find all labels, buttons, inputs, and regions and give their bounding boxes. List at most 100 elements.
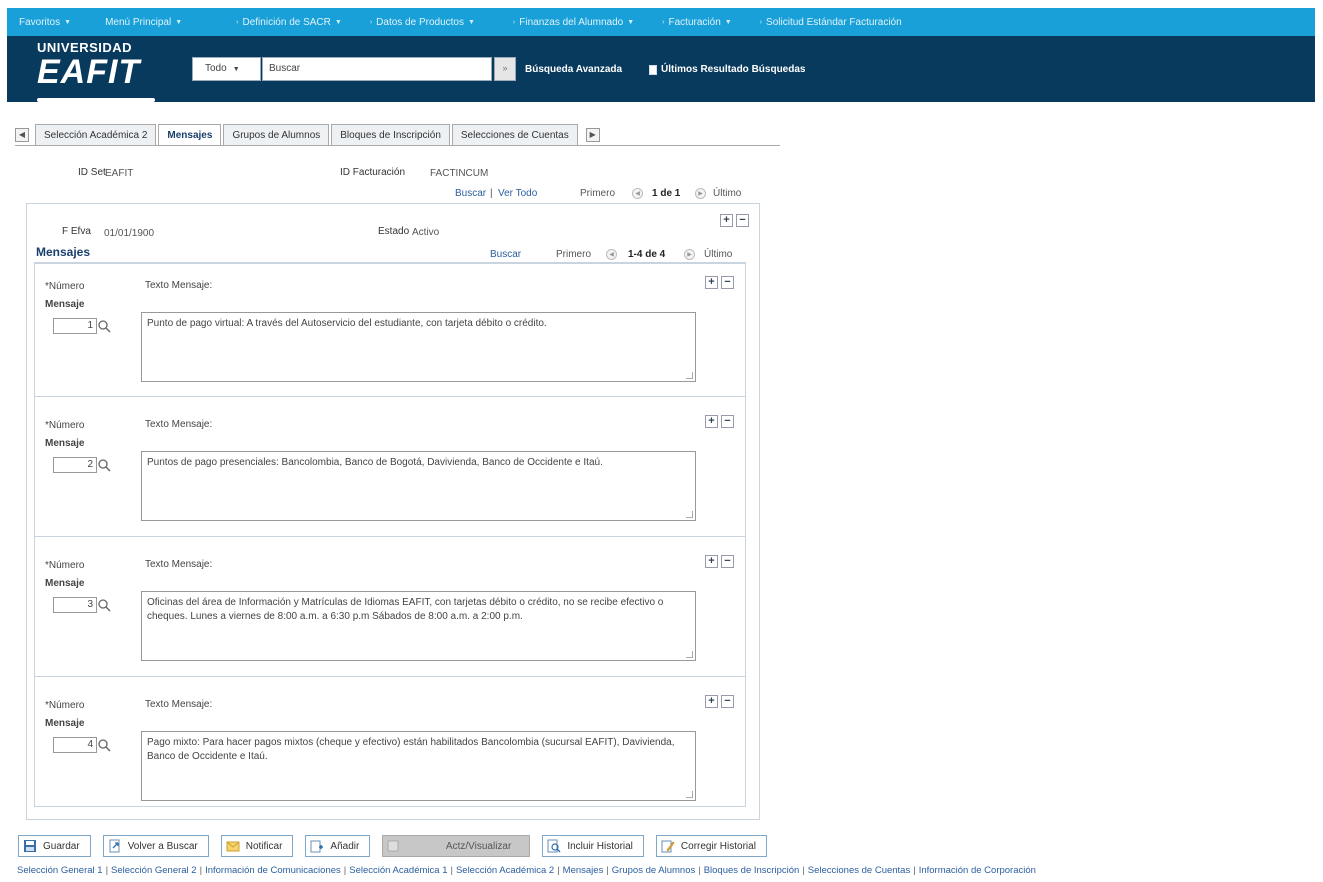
nav-sacr-definition[interactable]: › Definición de SACR ▼ bbox=[196, 17, 356, 28]
outer-search-link[interactable]: Buscar bbox=[455, 188, 486, 199]
text-label: Texto Mensaje: bbox=[145, 699, 213, 710]
correct-history-button[interactable]: Corregir Historial bbox=[655, 835, 767, 857]
message-text-area[interactable]: Puntos de pago presenciales: Bancolombia… bbox=[141, 451, 696, 521]
search-scope-select[interactable]: Todo ▼ bbox=[192, 57, 261, 81]
add-row-button[interactable]: + bbox=[705, 695, 718, 708]
delete-row-button[interactable]: − bbox=[721, 276, 734, 289]
tab-account-selections[interactable]: Selecciones de Cuentas bbox=[451, 124, 578, 146]
message-number-input[interactable]: 3 bbox=[53, 597, 97, 613]
outer-page-count: 1 de 1 bbox=[652, 188, 681, 199]
previous-arrow-icon[interactable]: ◀ bbox=[606, 249, 617, 260]
resize-grip-icon[interactable] bbox=[686, 372, 693, 379]
search-input[interactable]: Buscar bbox=[262, 57, 492, 81]
delete-row-button[interactable]: − bbox=[721, 415, 734, 428]
tab-scroll-left-icon[interactable]: ◀ bbox=[15, 128, 29, 142]
nav-standard-billing-request[interactable]: › Solicitud Estándar Facturación bbox=[746, 17, 916, 28]
message-text-area[interactable]: Oficinas del área de Información y Matrí… bbox=[141, 591, 696, 661]
resize-grip-icon[interactable] bbox=[686, 791, 693, 798]
add-document-icon bbox=[310, 840, 324, 853]
row-controls: + − bbox=[705, 415, 734, 428]
nav-billing[interactable]: › Facturación ▼ bbox=[648, 17, 746, 28]
messages-search-link[interactable]: Buscar bbox=[490, 249, 521, 260]
text-label: Texto Mensaje: bbox=[145, 280, 213, 291]
row-controls: + − bbox=[705, 695, 734, 708]
chevron-down-icon: ▼ bbox=[64, 18, 72, 26]
next-arrow-icon[interactable]: ▶ bbox=[695, 188, 706, 199]
tab-divider bbox=[15, 145, 780, 146]
last-results-link[interactable]: Últimos Resultado Búsquedas bbox=[649, 64, 805, 75]
message-number-input[interactable]: 4 bbox=[53, 737, 97, 753]
number-label-line-1: *Número bbox=[45, 700, 85, 711]
message-text-area[interactable]: Punto de pago virtual: A través del Auto… bbox=[141, 312, 696, 382]
footer-link[interactable]: Selección General 1 bbox=[17, 865, 103, 876]
nav-main-menu[interactable]: Menú Principal ▼ bbox=[85, 17, 196, 28]
outer-last-link[interactable]: Último bbox=[713, 188, 741, 199]
nav-favorites[interactable]: Favoritos ▼ bbox=[7, 17, 85, 28]
tab-enrollment-blocks[interactable]: Bloques de Inscripción bbox=[331, 124, 450, 146]
footer-link[interactable]: Información de Comunicaciones bbox=[205, 865, 341, 876]
nav-product-data[interactable]: › Datos de Productos ▼ bbox=[356, 17, 489, 28]
tab-academic-selection-2[interactable]: Selección Académica 2 bbox=[35, 124, 157, 146]
notify-button[interactable]: Notificar bbox=[220, 835, 294, 857]
outer-first-link[interactable]: Primero bbox=[580, 188, 615, 199]
save-icon bbox=[24, 840, 36, 852]
next-arrow-icon[interactable]: ▶ bbox=[684, 249, 695, 260]
messages-last-link[interactable]: Último bbox=[704, 249, 732, 260]
message-number-input[interactable]: 2 bbox=[53, 457, 97, 473]
messages-page-count: 1-4 de 4 bbox=[628, 249, 666, 260]
billing-id-value: FACTINCUM bbox=[430, 168, 489, 179]
delete-row-button[interactable]: − bbox=[721, 695, 734, 708]
tab-messages[interactable]: Mensajes bbox=[158, 124, 222, 146]
delete-row-button[interactable]: − bbox=[721, 555, 734, 568]
resize-grip-icon[interactable] bbox=[686, 511, 693, 518]
footer-link[interactable]: Selección Académica 1 bbox=[349, 865, 447, 876]
footer-link[interactable]: Bloques de Inscripción bbox=[704, 865, 800, 876]
message-number-input[interactable]: 1 bbox=[53, 318, 97, 334]
footer-link[interactable]: Grupos de Alumnos bbox=[612, 865, 695, 876]
chevron-down-icon: ▼ bbox=[627, 18, 635, 26]
tab-scroll-right-icon[interactable]: ▶ bbox=[585, 128, 600, 142]
number-label-line-1: *Número bbox=[45, 560, 85, 571]
add-row-button[interactable]: + bbox=[705, 555, 718, 568]
lookup-icon[interactable] bbox=[97, 598, 111, 612]
message-text: Oficinas del área de Información y Matrí… bbox=[147, 597, 664, 622]
nav-student-finance[interactable]: › Finanzas del Alumnado ▼ bbox=[489, 17, 648, 28]
lookup-icon[interactable] bbox=[97, 319, 111, 333]
eafit-logo[interactable]: UNIVERSIDAD EAFIT bbox=[37, 40, 155, 102]
setid-label: ID Set bbox=[78, 167, 106, 178]
chevron-down-icon: ▼ bbox=[175, 18, 183, 26]
back-to-search-button[interactable]: Volver a Buscar bbox=[102, 835, 209, 857]
footer-link[interactable]: Selecciones de Cuentas bbox=[808, 865, 910, 876]
save-button[interactable]: Guardar bbox=[18, 835, 91, 857]
separator: | bbox=[802, 865, 805, 876]
include-history-button[interactable]: Incluir Historial bbox=[542, 835, 644, 857]
resize-grip-icon[interactable] bbox=[686, 651, 693, 658]
number-label-line-2: Mensaje bbox=[45, 299, 85, 310]
messages-first-link[interactable]: Primero bbox=[556, 249, 591, 260]
pencil-icon bbox=[661, 840, 675, 853]
bottom-toolbar: Guardar Volver a Buscar Notificar Añadir… bbox=[18, 835, 767, 857]
footer-link[interactable]: Selección Académica 2 bbox=[456, 865, 554, 876]
footer-link[interactable]: Selección General 2 bbox=[111, 865, 197, 876]
previous-arrow-icon[interactable]: ◀ bbox=[632, 188, 643, 199]
add-button[interactable]: Añadir bbox=[305, 835, 371, 857]
correct-history-label: Corregir Historial bbox=[680, 840, 756, 852]
logo-underline bbox=[37, 98, 155, 102]
footer-link[interactable]: Mensajes bbox=[563, 865, 604, 876]
lookup-icon[interactable] bbox=[97, 458, 111, 472]
add-row-button[interactable]: + bbox=[705, 415, 718, 428]
outer-view-all-link[interactable]: Ver Todo bbox=[498, 188, 537, 199]
add-row-button[interactable]: + bbox=[720, 214, 733, 227]
message-text-area[interactable]: Pago mixto: Para hacer pagos mixtos (che… bbox=[141, 731, 696, 801]
separator: | bbox=[913, 865, 916, 876]
tab-student-groups[interactable]: Grupos de Alumnos bbox=[223, 124, 330, 146]
search-go-button[interactable]: » bbox=[494, 57, 516, 81]
advanced-search-link[interactable]: Búsqueda Avanzada bbox=[525, 64, 622, 75]
footer-link[interactable]: Información de Corporación bbox=[919, 865, 1036, 876]
status-value: Activo bbox=[412, 227, 440, 238]
lookup-icon[interactable] bbox=[97, 738, 111, 752]
update-display-button[interactable]: Actz/Visualizar bbox=[382, 835, 531, 857]
add-row-button[interactable]: + bbox=[705, 276, 718, 289]
billing-id-label: ID Facturación bbox=[340, 167, 406, 178]
delete-row-button[interactable]: − bbox=[736, 214, 749, 227]
